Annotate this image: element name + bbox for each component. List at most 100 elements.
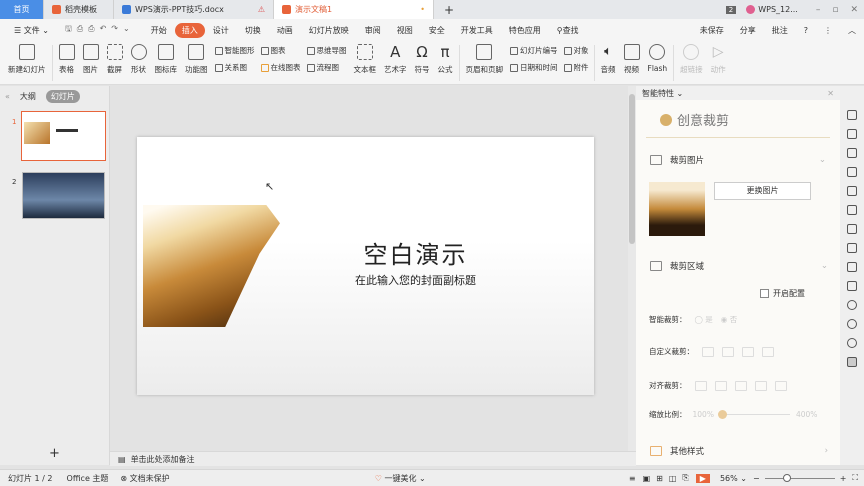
align-crop-option[interactable] [774,380,787,391]
archive-icon[interactable] [847,243,857,253]
crop-image-section[interactable]: 裁剪图片 ⌄ [636,138,840,166]
tab-slides[interactable]: 幻灯片 [45,89,80,103]
formula-button[interactable]: π 公式 [434,41,457,75]
menu-view[interactable]: 视图 [389,25,421,36]
new-tab-button[interactable]: + [434,3,464,17]
enable-config-checkbox[interactable]: 开启配置 [760,288,805,299]
crop-area-section[interactable]: 裁剪区域 ⌄ [650,260,828,272]
video-button[interactable]: 视频 [620,41,644,75]
shape-button[interactable]: 形状 [127,41,151,75]
hyperlink-button[interactable]: 超链接 [676,41,707,75]
comment-button[interactable]: 批注 [764,25,796,36]
crop-up-button[interactable] [742,346,754,357]
image-icon[interactable] [847,262,857,272]
table-button[interactable]: 表格 [55,41,79,75]
zoom-ratio-slider[interactable] [717,410,790,419]
object-button[interactable]: 对象 [563,45,589,56]
slide-thumbnail-2[interactable] [22,172,105,219]
menu-slideshow[interactable]: 幻灯片放映 [301,25,357,36]
zoom-slider[interactable] [764,473,835,482]
online-chart-button[interactable]: 在线图表 [260,62,301,73]
textbox-button[interactable]: 文本框 [350,41,381,75]
slide-number-button[interactable]: 幻灯片编号 [510,45,558,56]
maximize-button[interactable]: ▫ [826,5,844,15]
tab-docer[interactable]: 稻壳模板 [44,0,114,19]
sorter-view-icon[interactable]: ⊞ [653,474,666,483]
share-icon[interactable] [847,224,857,234]
symbol-button[interactable]: Ω 符号 [411,41,434,75]
datetime-button[interactable]: 日期和时间 [510,62,558,73]
collapse-panel-icon[interactable]: « [5,92,10,101]
flash-button[interactable]: Flash [644,41,672,73]
slide-subtitle[interactable]: 在此输入您的封面副标题 [137,272,594,288]
wordart-button[interactable]: A 艺术字 [380,41,411,75]
header-footer-button[interactable]: 页眉和页脚 [462,41,508,75]
other-styles-section[interactable]: 其他样式 › [650,445,828,457]
slide-thumbnail-1[interactable] [21,111,106,161]
slide-editor[interactable]: 空白演示 在此输入您的封面副标题 [137,137,594,395]
chart-button[interactable]: 图表 [260,45,301,56]
unsaved-button[interactable]: 未保存 [692,25,732,36]
menu-design[interactable]: 设计 [205,25,237,36]
zoom-out-button[interactable]: − [753,474,760,483]
quick-access-toolbar[interactable]: 🖫⎙⎙↶↷⌄ [57,23,143,37]
reading-view-icon[interactable]: ◫ [666,474,680,483]
speaker-icon[interactable] [847,281,857,291]
action-button[interactable]: ▷ 动作 [707,41,730,75]
attachment-button[interactable]: 附件 [563,62,589,73]
menu-security[interactable]: 安全 [421,25,453,36]
vertical-scrollbar[interactable] [628,86,636,451]
normal-view-icon[interactable]: ▣ [640,474,654,483]
zoom-level[interactable]: 56% ⌄ [714,474,753,483]
align-crop-option[interactable] [694,380,707,391]
panel-header[interactable]: 智能特性 ⌄ [642,88,683,99]
beautify-button[interactable]: ♡ 一键美化 ⌄ [375,473,426,484]
picture-button[interactable]: 图片 [79,41,103,75]
slide-title[interactable]: 空白演示 [137,235,594,270]
shapes-icon[interactable] [847,110,857,120]
grid-icon[interactable] [847,148,857,158]
zoom-slider-thumb[interactable] [782,473,791,482]
more-icon[interactable]: ⋮ [816,26,840,35]
stamp-icon[interactable] [847,129,857,139]
search-button[interactable]: ⚲查找 [549,25,587,36]
menu-transition[interactable]: 切换 [237,25,269,36]
share-button[interactable]: 分享 [732,25,764,36]
align-crop-option[interactable] [754,380,767,391]
flowchart-button[interactable]: 流程图 [306,62,347,73]
align-crop-option[interactable] [734,380,747,391]
compass-icon[interactable] [847,300,857,310]
relation-chart-button[interactable]: 关系图 [214,62,255,73]
collapse-ribbon-icon[interactable]: ︿ [840,25,864,36]
smart-crop-no-radio[interactable]: ◉ 否 [721,314,737,325]
align-crop-option[interactable] [714,380,727,391]
fit-window-icon[interactable]: ⛶ [846,473,864,483]
menu-review[interactable]: 审阅 [357,25,389,36]
protect-status[interactable]: ⊗ 文档未保护 [114,473,175,484]
presenter-view-icon[interactable]: ⎘ [679,473,691,483]
menu-animation[interactable]: 动画 [269,25,301,36]
file-menu[interactable]: ☰ 文件 ⌄ [6,25,57,36]
window-count-badge[interactable]: 2 [725,5,737,14]
menu-insert[interactable]: 插入 [174,22,205,38]
minimize-button[interactable]: – [810,5,827,15]
zoom-in-button[interactable]: + [840,474,847,483]
menu-developer[interactable]: 开发工具 [453,25,501,36]
screenshot-button[interactable]: 截屏 [103,41,127,75]
new-slide-button[interactable]: 新建幻灯片 [4,41,50,75]
slider-thumb[interactable] [717,410,727,419]
tab-docx[interactable]: WPS演示-PPT技巧.docx ⚠ [114,0,274,19]
add-slide-button[interactable]: + [49,446,60,461]
menu-start[interactable]: 开始 [143,25,175,36]
account-button[interactable]: WPS_12... [746,5,798,14]
replace-image-button[interactable]: 更换图片 [714,182,811,200]
tab-outline[interactable]: 大纲 [16,91,40,102]
function-chart-button[interactable]: 功能图 [181,41,212,75]
help-icon[interactable] [847,338,857,348]
chart-icon[interactable] [847,167,857,177]
smart-crop-yes-radio[interactable]: ◯ 是 [695,314,713,325]
settings-sliders-icon[interactable] [847,186,857,196]
icon-library-button[interactable]: 图标库 [151,41,182,75]
crop-left-button[interactable] [702,346,714,357]
help-icon[interactable]: ? [796,26,816,35]
